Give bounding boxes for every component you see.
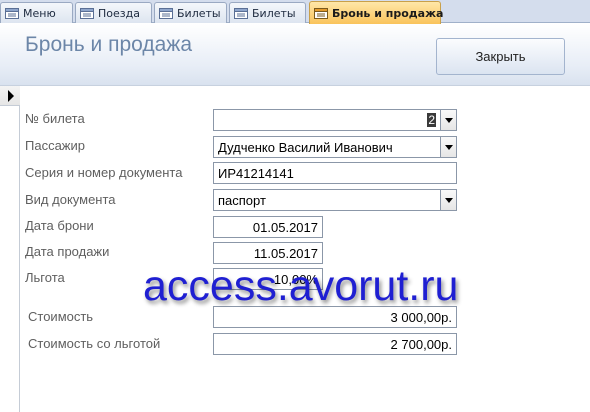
record-selector[interactable] <box>0 86 20 412</box>
ticket-number-value: 2 <box>427 113 436 127</box>
tab-label: Поезда <box>98 6 140 20</box>
booking-date-input[interactable]: 01.05.2017 <box>213 216 323 238</box>
tab-label: Бронь и продажа <box>332 6 444 20</box>
form-icon <box>234 7 248 19</box>
record-selector-current[interactable] <box>0 86 20 106</box>
passenger-value: Дудченко Василий Иванович <box>218 139 393 155</box>
form-icon <box>5 7 19 19</box>
discounted-cost-input[interactable]: 2 700,00р. <box>213 333 457 355</box>
sale-date-label: Дата продажи <box>25 244 110 259</box>
document-number-input[interactable]: ИР41214141 <box>213 162 457 184</box>
discounted-cost-label: Стоимость со льготой <box>28 336 161 351</box>
discounted-cost-value: 2 700,00р. <box>390 336 452 352</box>
form-icon <box>159 7 173 19</box>
tab-label: Меню <box>23 6 56 20</box>
discount-label: Льгота <box>25 270 65 285</box>
tab-menu[interactable]: Меню <box>0 2 73 23</box>
booking-date-value: 01.05.2017 <box>252 219 318 235</box>
form-icon <box>80 7 94 19</box>
watermark: access.avorut.ru <box>143 262 459 310</box>
document-number-label: Серия и номер документа <box>25 165 183 180</box>
form-icon <box>314 7 328 19</box>
page-title: Бронь и продажа <box>25 33 193 56</box>
tab-booking-sale[interactable]: Бронь и продажа <box>309 1 444 24</box>
booking-date-label: Дата брони <box>25 218 94 233</box>
document-type-label: Вид документа <box>25 192 116 207</box>
chevron-down-icon[interactable] <box>440 137 456 157</box>
sale-date-input[interactable]: 11.05.2017 <box>213 242 323 264</box>
document-type-value: паспорт <box>218 192 266 208</box>
tab-tickets-2[interactable]: Билеты <box>229 2 306 23</box>
cost-value: 3 000,00р. <box>390 309 452 325</box>
form-header: Бронь и продажа Закрыть <box>0 24 590 86</box>
cost-label: Стоимость <box>28 309 94 324</box>
tab-trains[interactable]: Поезда <box>75 2 152 23</box>
passenger-label: Пассажир <box>25 138 85 153</box>
close-button[interactable]: Закрыть <box>436 38 565 75</box>
ticket-number-label: № билета <box>25 111 85 126</box>
record-selector-arrow-icon <box>8 90 14 102</box>
document-tab-strip: Меню Поезда Билеты Билеты Бронь и продаж… <box>0 0 590 24</box>
tab-label: Билеты <box>252 6 296 20</box>
sale-date-value: 11.05.2017 <box>253 245 318 261</box>
ticket-number-combo[interactable]: 2 <box>213 109 457 131</box>
passenger-combo[interactable]: Дудченко Василий Иванович <box>213 136 457 158</box>
tab-tickets-1[interactable]: Билеты <box>154 2 227 23</box>
tab-label: Билеты <box>177 6 221 20</box>
chevron-down-icon[interactable] <box>440 110 456 130</box>
document-type-combo[interactable]: паспорт <box>213 189 457 211</box>
chevron-down-icon[interactable] <box>440 190 456 210</box>
document-number-value: ИР41214141 <box>218 165 294 181</box>
